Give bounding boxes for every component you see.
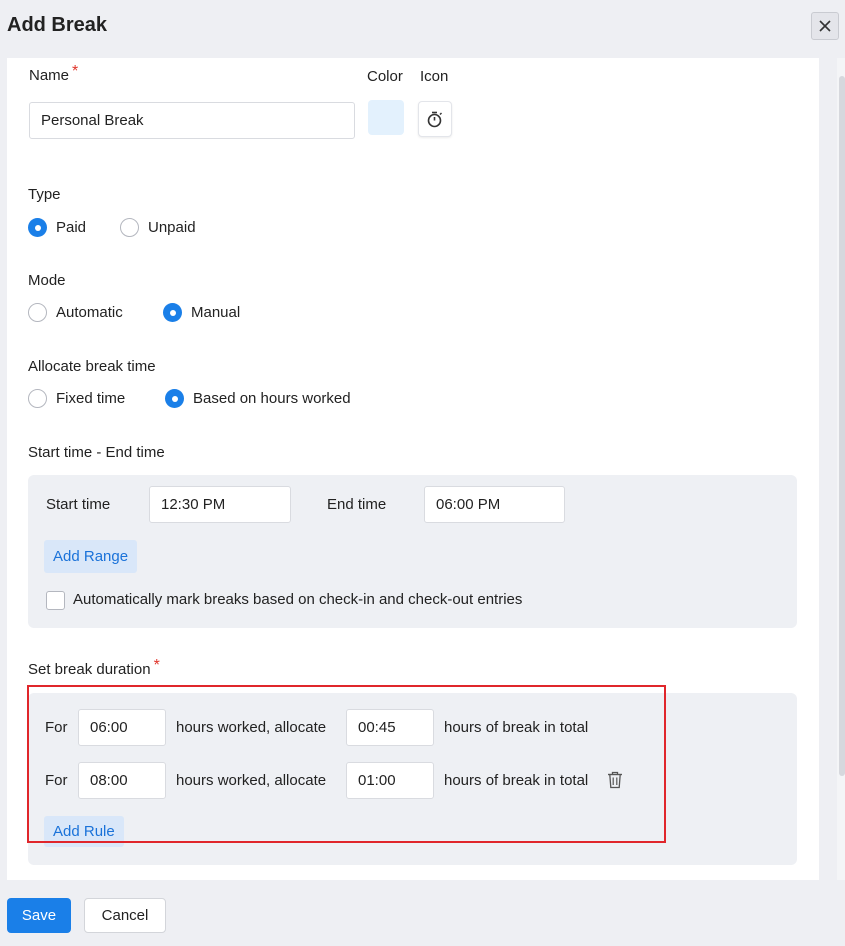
mode-option-automatic[interactable]: Automatic bbox=[28, 303, 123, 322]
type-label: Type bbox=[28, 186, 61, 203]
rule-tail-label: hours of break in total bbox=[444, 719, 589, 736]
type-option-unpaid[interactable]: Unpaid bbox=[120, 218, 196, 237]
time-range-label: Start time - End time bbox=[28, 444, 165, 461]
radio-unselected bbox=[120, 218, 139, 237]
rule-hours-input[interactable]: 06:00 bbox=[78, 709, 166, 746]
name-label: Name * bbox=[29, 63, 79, 84]
add-range-button[interactable]: Add Range bbox=[44, 540, 138, 573]
dialog-title: Add Break bbox=[7, 14, 108, 36]
allocate-option-fixed[interactable]: Fixed time bbox=[28, 389, 125, 408]
rule-hours-input[interactable]: 08:00 bbox=[78, 762, 166, 799]
rule-for-label: For bbox=[45, 772, 68, 789]
add-rule-button[interactable]: Add Rule bbox=[44, 816, 124, 847]
cancel-button[interactable]: Cancel bbox=[84, 898, 166, 933]
type-option-paid[interactable]: Paid bbox=[28, 218, 86, 237]
radio-selected bbox=[165, 389, 184, 408]
duration-label: Set break duration * bbox=[28, 657, 160, 678]
rule-mid-label: hours worked, allocate bbox=[176, 772, 327, 789]
save-button[interactable]: Save bbox=[7, 898, 71, 933]
radio-selected bbox=[163, 303, 182, 322]
close-icon bbox=[819, 20, 831, 32]
mode-option-manual[interactable]: Manual bbox=[163, 303, 240, 322]
allocate-label: Allocate break time bbox=[28, 358, 156, 375]
auto-mark-checkbox[interactable] bbox=[46, 591, 65, 610]
stopwatch-icon bbox=[427, 111, 442, 128]
icon-picker-button[interactable] bbox=[418, 101, 452, 137]
rule-tail-label: hours of break in total bbox=[444, 772, 589, 789]
color-swatch[interactable] bbox=[368, 100, 404, 135]
rule-allocate-input[interactable]: 01:00 bbox=[346, 762, 434, 799]
rule-mid-label: hours worked, allocate bbox=[176, 719, 327, 736]
trash-icon bbox=[608, 771, 622, 789]
name-input-value: Personal Break bbox=[41, 112, 144, 129]
radio-unselected bbox=[28, 303, 47, 322]
rule-for-label: For bbox=[45, 719, 68, 736]
scrollbar-thumb[interactable] bbox=[839, 76, 845, 776]
radio-selected bbox=[28, 218, 47, 237]
start-time-input[interactable]: 12:30 PM bbox=[149, 486, 291, 523]
allocate-option-hours-worked[interactable]: Based on hours worked bbox=[165, 389, 351, 408]
dialog-header: Add Break bbox=[0, 0, 845, 56]
rule-allocate-input[interactable]: 00:45 bbox=[346, 709, 434, 746]
end-time-input[interactable]: 06:00 PM bbox=[424, 486, 565, 523]
color-label: Color bbox=[367, 68, 403, 85]
end-time-label: End time bbox=[327, 496, 387, 513]
required-mark: * bbox=[153, 657, 160, 674]
name-input[interactable]: Personal Break bbox=[29, 102, 355, 139]
delete-rule-button[interactable] bbox=[606, 770, 624, 790]
close-button[interactable] bbox=[811, 12, 839, 40]
auto-mark-label: Automatically mark breaks based on check… bbox=[73, 591, 523, 608]
required-mark: * bbox=[72, 63, 79, 80]
mode-label: Mode bbox=[28, 272, 66, 289]
icon-label: Icon bbox=[420, 68, 449, 85]
start-time-label: Start time bbox=[46, 496, 111, 513]
radio-unselected bbox=[28, 389, 47, 408]
